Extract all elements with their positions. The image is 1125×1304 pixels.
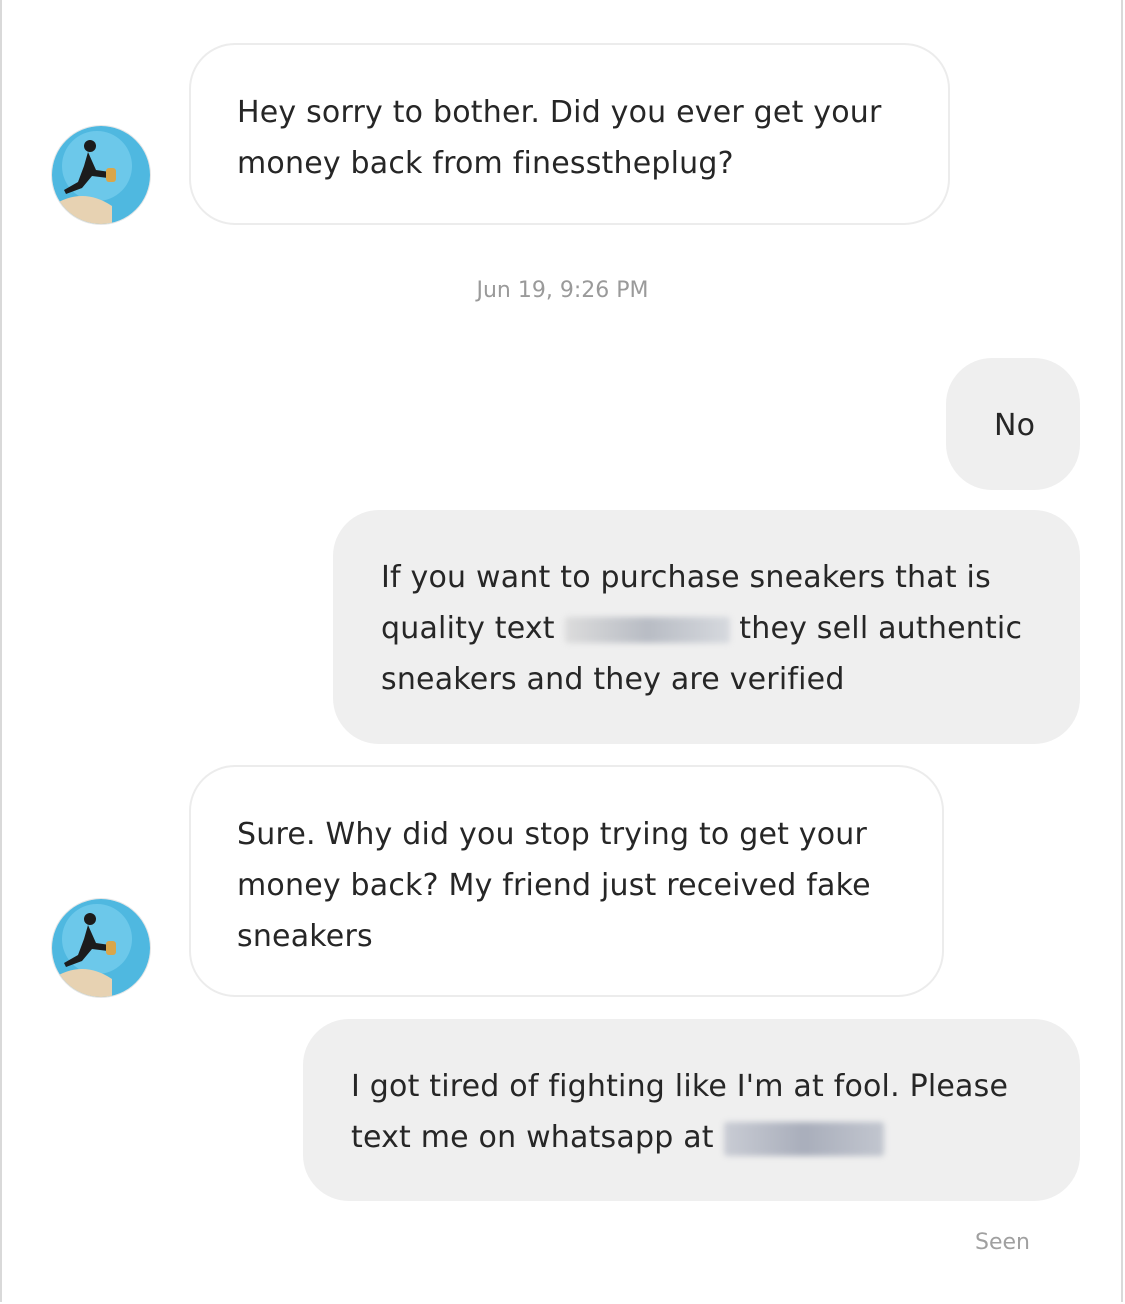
redacted-contact: [564, 616, 730, 643]
sender-avatar[interactable]: [51, 125, 151, 225]
sender-avatar[interactable]: [51, 898, 151, 998]
message-timestamp: Jun 19, 9:26 PM: [476, 278, 649, 303]
seen-indicator: Seen: [975, 1230, 1030, 1255]
message-text: Hey sorry to bother. Did you ever get yo…: [237, 95, 882, 181]
message-text: Sure. Why did you stop trying to get you…: [237, 817, 871, 954]
message-bubble-incoming[interactable]: Sure. Why did you stop trying to get you…: [189, 765, 944, 997]
profile-avatar-icon: [52, 126, 150, 224]
message-bubble-outgoing[interactable]: No: [946, 358, 1080, 490]
message-bubble-outgoing[interactable]: If you want to purchase sneakers that is…: [333, 510, 1080, 744]
message-text: No: [994, 408, 1036, 443]
message-bubble-outgoing[interactable]: I got tired of fighting like I'm at fool…: [303, 1019, 1080, 1201]
profile-avatar-icon: [52, 899, 150, 997]
message-text: I got tired of fighting like I'm at fool…: [351, 1069, 1009, 1155]
message-bubble-incoming[interactable]: Hey sorry to bother. Did you ever get yo…: [189, 43, 950, 225]
redacted-contact: [723, 1121, 884, 1156]
